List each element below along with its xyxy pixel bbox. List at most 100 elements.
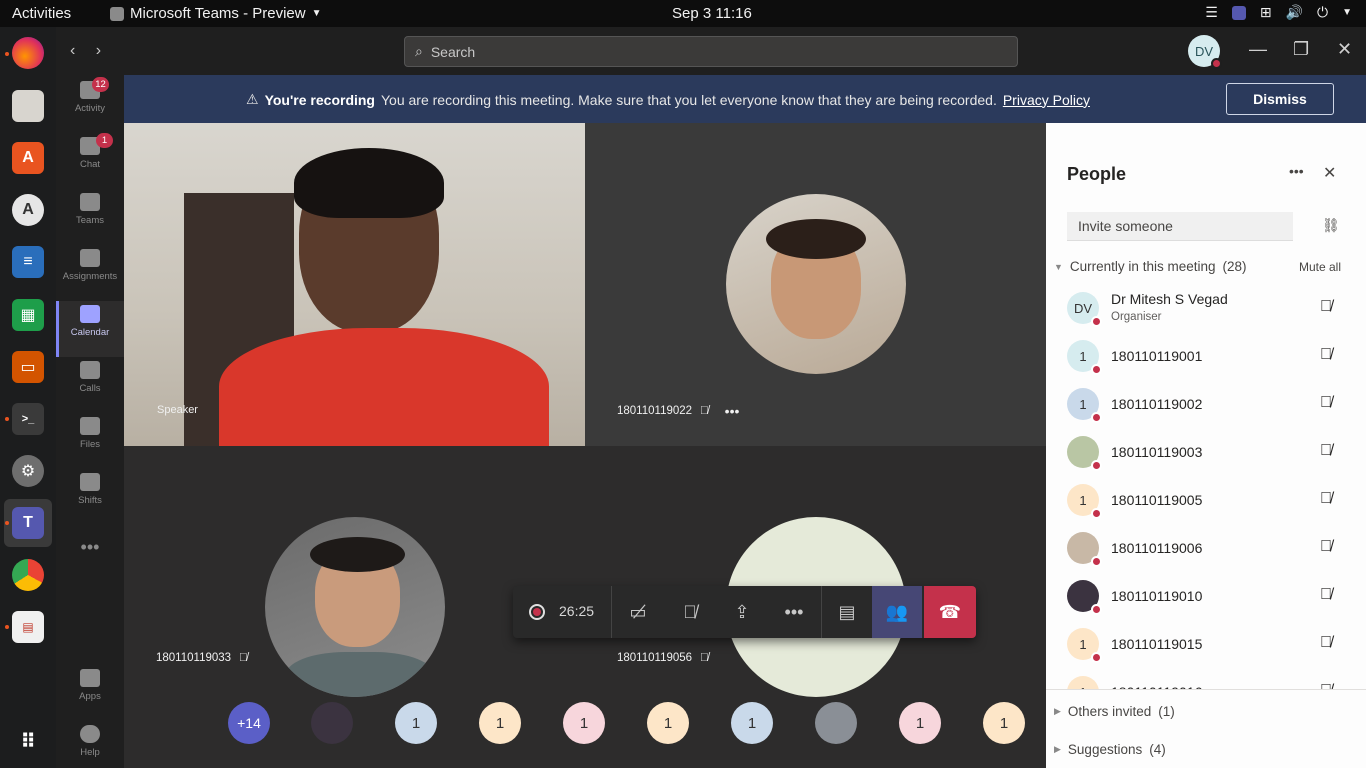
minimize-icon[interactable]: — bbox=[1249, 39, 1267, 60]
share-button[interactable]: ⇪ bbox=[717, 586, 767, 638]
participant-avatar[interactable]: 1 bbox=[395, 702, 437, 744]
teams-icon[interactable]: T bbox=[12, 507, 44, 539]
participant-avatar[interactable]: 1 bbox=[731, 702, 773, 744]
more-actions-button[interactable]: ••• bbox=[769, 586, 819, 638]
volume-icon[interactable]: 🔊 bbox=[1286, 4, 1303, 21]
rail-item-apps[interactable]: Apps bbox=[56, 665, 124, 721]
teams-tray-icon[interactable] bbox=[1231, 5, 1246, 20]
participant-row[interactable]: 1 180110119016 🎙̸ bbox=[1046, 670, 1366, 690]
search-box[interactable]: ⌕ Search bbox=[404, 36, 1018, 67]
participant-row[interactable]: 180110119003 🎙̸ bbox=[1046, 430, 1366, 478]
system-tray[interactable]: ☰ ⊞ 🔊 ⏻ ▼ bbox=[1205, 4, 1352, 21]
impress-icon[interactable]: ▭ bbox=[12, 351, 44, 383]
avatar-initials: 1 bbox=[1079, 492, 1087, 508]
overflow-participants[interactable]: +14 bbox=[228, 702, 270, 744]
rail-item-assignments[interactable]: Assignments bbox=[56, 245, 124, 301]
more-apps-icon[interactable]: ••• bbox=[56, 537, 124, 567]
current-participants-header[interactable]: ▼ Currently in this meeting (28) bbox=[1054, 259, 1247, 274]
app-menu[interactable]: Microsoft Teams - Preview ▼ bbox=[110, 5, 322, 22]
shirt bbox=[285, 652, 435, 697]
participant-avatar[interactable]: 1 bbox=[647, 702, 689, 744]
files-icon[interactable] bbox=[12, 90, 44, 122]
rail-item-help[interactable]: Help bbox=[56, 721, 124, 768]
mute-all-button[interactable]: Mute all bbox=[1299, 260, 1341, 274]
update-icon[interactable]: A bbox=[12, 194, 44, 226]
chevron-down-icon[interactable]: ▼ bbox=[1342, 7, 1352, 18]
firefox-icon[interactable] bbox=[12, 37, 44, 69]
settings-icon[interactable]: ⚙ bbox=[12, 455, 44, 487]
rail-item-shifts[interactable]: Shifts bbox=[56, 469, 124, 525]
show-apps-icon[interactable]: ⠿ bbox=[12, 725, 44, 757]
mic-off-icon[interactable]: 🎙̸ bbox=[1320, 634, 1338, 654]
chrome-icon[interactable] bbox=[12, 559, 44, 591]
camera-off-button[interactable]: ▭̸ bbox=[613, 586, 663, 638]
network-icon[interactable]: ⊞ bbox=[1260, 4, 1272, 21]
calc-icon[interactable]: ▦ bbox=[12, 299, 44, 331]
suggestions-header[interactable]: ▶ Suggestions (4) bbox=[1054, 742, 1166, 757]
people-button[interactable]: 👥 bbox=[872, 586, 922, 638]
mic-off-button[interactable]: 🎙̸ bbox=[665, 586, 715, 638]
participant-row[interactable]: DV Dr Mitesh S Vegad Organiser 🎙̸ bbox=[1046, 286, 1366, 334]
participant-avatar[interactable]: 1 bbox=[983, 702, 1025, 744]
maximize-icon[interactable]: ❐ bbox=[1293, 39, 1309, 60]
status-dot bbox=[1091, 604, 1102, 615]
meeting-stage: Speaker 180110119022 🎙̸ ••• 180110119033 bbox=[124, 123, 1046, 768]
mic-off-icon[interactable]: 🎙̸ bbox=[1320, 346, 1338, 366]
participant-avatar-photo[interactable] bbox=[311, 702, 353, 744]
mic-off-icon[interactable]: 🎙̸ bbox=[1320, 394, 1338, 414]
participant-name: 180110119003 bbox=[1111, 444, 1203, 460]
menu-icon[interactable]: ☰ bbox=[1205, 4, 1218, 21]
privacy-policy-link[interactable]: Privacy Policy bbox=[1003, 92, 1090, 108]
writer-icon[interactable]: ≡ bbox=[12, 246, 44, 278]
mic-off-icon[interactable]: 🎙̸ bbox=[1320, 490, 1338, 510]
mic-off-icon[interactable]: 🎙̸ bbox=[1320, 538, 1338, 558]
participant-row[interactable]: 1 180110119005 🎙̸ bbox=[1046, 478, 1366, 526]
backpack-icon bbox=[80, 249, 100, 267]
link-icon[interactable]: ⛓ bbox=[1322, 217, 1340, 234]
section-label: Currently in this meeting bbox=[1069, 259, 1216, 274]
power-icon[interactable]: ⏻ bbox=[1317, 4, 1328, 21]
dismiss-button[interactable]: Dismiss bbox=[1226, 83, 1334, 115]
mic-off-icon[interactable]: 🎙̸ bbox=[1320, 442, 1338, 462]
rail-item-calendar[interactable]: Calendar bbox=[56, 301, 124, 357]
more-options-icon[interactable]: ••• bbox=[1289, 163, 1304, 179]
back-icon[interactable]: ‹ bbox=[70, 42, 75, 59]
profile-avatar[interactable]: DV bbox=[1188, 35, 1222, 69]
activities-button[interactable]: Activities bbox=[12, 5, 71, 22]
rail-item-activity[interactable]: 12 Activity bbox=[56, 77, 124, 133]
invite-input[interactable]: Invite someone bbox=[1067, 212, 1293, 241]
video-tile-participant[interactable]: 180110119022 🎙̸ ••• bbox=[585, 123, 1046, 446]
rail-item-chat[interactable]: 1 Chat bbox=[56, 133, 124, 189]
rail-item-files[interactable]: Files bbox=[56, 413, 124, 469]
rail-item-teams[interactable]: Teams bbox=[56, 189, 124, 245]
participant-row[interactable]: 1 180110119002 🎙̸ bbox=[1046, 382, 1366, 430]
participant-row[interactable]: 1 180110119001 🎙̸ bbox=[1046, 334, 1366, 382]
software-icon[interactable]: A bbox=[12, 142, 44, 174]
participant-avatar-photo[interactable] bbox=[815, 702, 857, 744]
more-options-icon[interactable]: ••• bbox=[725, 403, 740, 419]
rail-item-calls[interactable]: Calls bbox=[56, 357, 124, 413]
close-icon[interactable]: ✕ bbox=[1323, 163, 1336, 183]
avatar-initials: DV bbox=[1194, 43, 1214, 59]
mic-off-icon[interactable]: 🎙̸ bbox=[1320, 298, 1338, 318]
video-tile-speaker[interactable]: Speaker bbox=[124, 123, 585, 446]
clock[interactable]: Sep 3 11:16 bbox=[672, 5, 752, 22]
mic-off-icon[interactable]: 🎙̸ bbox=[1320, 586, 1338, 606]
participant-row[interactable]: 1 180110119015 🎙̸ bbox=[1046, 622, 1366, 670]
hang-up-button[interactable]: ☎ bbox=[924, 586, 976, 638]
participant-avatar[interactable]: 1 bbox=[479, 702, 521, 744]
participant-avatar[interactable]: 1 bbox=[563, 702, 605, 744]
chevron-right-icon: ▶ bbox=[1054, 744, 1061, 754]
participant-row[interactable]: 180110119010 🎙̸ bbox=[1046, 574, 1366, 622]
document-viewer-icon[interactable]: ▤ bbox=[12, 611, 44, 643]
hair bbox=[310, 537, 405, 572]
participant-row[interactable]: 180110119006 🎙̸ bbox=[1046, 526, 1366, 574]
chat-button[interactable]: ▤ bbox=[822, 586, 872, 638]
status-dot bbox=[1091, 460, 1102, 471]
hang-up-icon: ☎ bbox=[938, 601, 962, 622]
terminal-icon[interactable]: >_ bbox=[12, 403, 44, 435]
others-invited-header[interactable]: ▶ Others invited (1) bbox=[1054, 704, 1175, 719]
participant-avatar[interactable]: 1 bbox=[899, 702, 941, 744]
close-icon[interactable]: ✕ bbox=[1337, 39, 1352, 60]
forward-icon[interactable]: › bbox=[96, 42, 101, 59]
